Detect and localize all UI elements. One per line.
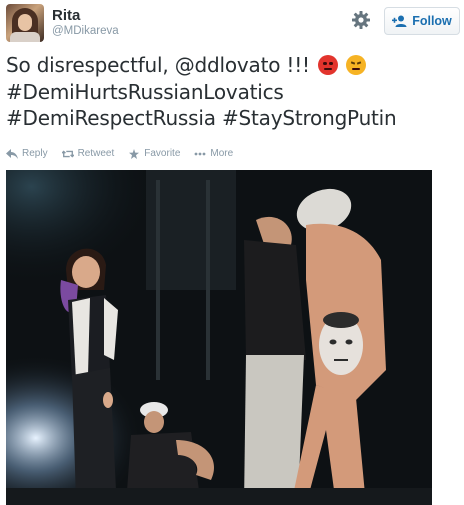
hashtag-demi-hurts[interactable]: #DemiHurtsRussianLovatics	[6, 79, 456, 106]
retweet-label: Retweet	[77, 148, 115, 159]
stage-truss-2	[206, 180, 210, 380]
more-dots-icon	[194, 152, 206, 155]
tweet-line-1: So disrespectful, @ddlovato !!!	[6, 52, 456, 79]
tweet-text: So disrespectful, @ddlovato !!! #DemiHur…	[6, 52, 456, 132]
tweet-line-1-text: So disrespectful, @ddlovato !!!	[6, 53, 317, 77]
avatar-shirt	[10, 32, 40, 42]
triumph-face-emoji	[346, 55, 367, 75]
tweet-actions: Reply Retweet Favorite More	[6, 148, 233, 159]
star-icon	[129, 148, 140, 159]
avatar-face	[18, 14, 32, 31]
follow-button[interactable]: Follow	[384, 7, 460, 35]
triumph-mouth	[352, 68, 361, 70]
add-user-icon	[392, 15, 407, 27]
stage-truss-1	[156, 180, 160, 380]
avatar[interactable]	[6, 4, 44, 42]
dancer-in-vest	[244, 216, 306, 505]
display-name[interactable]: Rita	[52, 7, 80, 24]
tweet-card: Rita @MDikareva Follow So disrespectful,…	[0, 0, 464, 505]
tweet-header: Rita @MDikareva Follow	[6, 4, 460, 44]
reply-action[interactable]: Reply	[6, 148, 48, 159]
favorite-action[interactable]: Favorite	[128, 148, 180, 159]
angry-mouth	[324, 68, 333, 70]
favorite-label: Favorite	[144, 148, 181, 159]
more-action[interactable]: More	[194, 148, 233, 159]
more-label: More	[210, 148, 234, 159]
follow-label: Follow	[412, 14, 452, 28]
screen-name[interactable]: @MDikareva	[52, 25, 119, 37]
retweet-action[interactable]: Retweet	[61, 148, 115, 159]
gear-icon[interactable]	[351, 10, 371, 30]
stage-floor	[6, 488, 432, 505]
angry-face-emoji	[318, 55, 339, 75]
tweet-photo[interactable]	[6, 170, 432, 505]
reply-label: Reply	[22, 148, 48, 159]
reply-icon	[6, 148, 18, 159]
hashtags-respect-staystrong[interactable]: #DemiRespectRussia #StayStrongPutin	[6, 105, 456, 132]
retweet-icon	[61, 149, 74, 158]
